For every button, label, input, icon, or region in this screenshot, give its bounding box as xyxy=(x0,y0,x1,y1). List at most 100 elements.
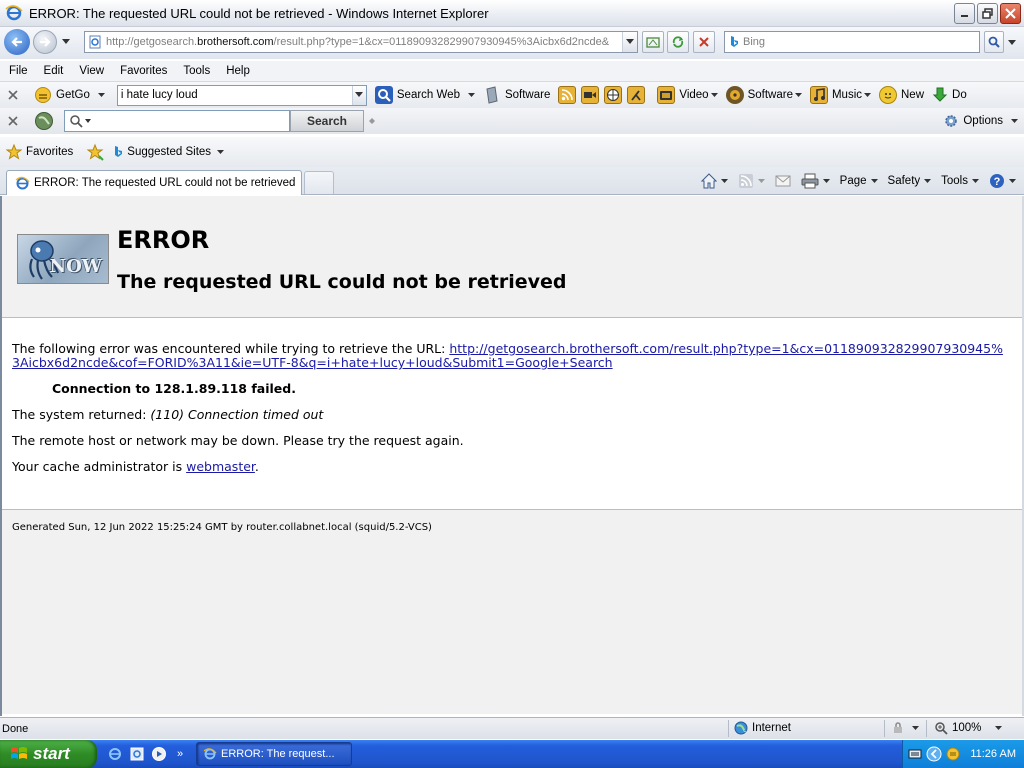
address-dropdown-button[interactable] xyxy=(622,32,637,52)
error-header: NOW ERROR The requested URL could not be… xyxy=(2,196,1022,318)
secondary-search-input[interactable] xyxy=(64,110,290,132)
search-web-button[interactable]: Search Web xyxy=(374,86,475,104)
page-footer: Generated Sun, 12 Jun 2022 15:25:24 GMT … xyxy=(2,509,1022,714)
new-tab-button[interactable] xyxy=(304,171,334,194)
getgo-menu[interactable]: GetGo xyxy=(34,86,105,104)
help-button[interactable]: ? xyxy=(989,173,1016,189)
help-icon: ? xyxy=(990,174,1004,188)
menu-view[interactable]: View xyxy=(79,65,104,77)
clock[interactable]: 11:26 AM xyxy=(970,748,1016,760)
new-button[interactable]: New xyxy=(879,86,924,104)
page-icon xyxy=(88,35,102,49)
software-menu[interactable]: Software xyxy=(725,86,802,104)
tools-menu[interactable]: Tools xyxy=(941,175,979,187)
getgo-search-input[interactable]: i hate lucy loud xyxy=(116,84,367,106)
suggested-sites-button[interactable]: Suggested Sites xyxy=(113,145,225,159)
feeds-button[interactable] xyxy=(738,173,765,189)
search-options-dropdown-icon[interactable] xyxy=(1008,40,1016,46)
favorites-button[interactable]: Favorites xyxy=(6,144,73,160)
disc-icon xyxy=(725,86,744,104)
search-web-label: Search Web xyxy=(396,89,460,101)
squid-logo: NOW xyxy=(17,234,109,284)
zoom-level: 100% xyxy=(952,722,982,734)
mail-button[interactable] xyxy=(775,175,791,187)
address-url[interactable]: http://getgosearch.brothersoft.com/resul… xyxy=(106,36,622,48)
minimize-button[interactable] xyxy=(954,2,975,24)
getgo-search-query[interactable]: i hate lucy loud xyxy=(121,89,352,101)
options-button[interactable]: Options xyxy=(943,113,1018,129)
add-favorite-icon[interactable] xyxy=(87,143,105,161)
taskbar-ie-window[interactable]: ERROR: The request... xyxy=(196,742,352,766)
quicklaunch-more-icon[interactable]: » xyxy=(177,748,183,760)
system-tray: 11:26 AM xyxy=(902,740,1024,768)
video-menu[interactable]: Video xyxy=(657,86,718,104)
zone-label: Internet xyxy=(752,722,791,734)
system-returned-value: (110) Connection timed out xyxy=(150,407,324,422)
music-note-icon xyxy=(809,86,828,104)
webmaster-link[interactable]: webmaster xyxy=(186,459,255,474)
tools-dropdown-icon xyxy=(972,178,979,183)
home-button[interactable] xyxy=(700,173,728,189)
status-text: Done xyxy=(2,722,29,735)
page-menu[interactable]: Page xyxy=(840,175,878,187)
menu-edit[interactable]: Edit xyxy=(44,65,64,77)
address-bar[interactable]: http://getgosearch.brothersoft.com/resul… xyxy=(84,31,638,53)
security-zone[interactable]: Internet xyxy=(734,721,791,735)
close-window-button[interactable] xyxy=(1000,2,1021,24)
history-dropdown-icon[interactable] xyxy=(62,39,70,45)
start-button[interactable]: start xyxy=(0,740,97,768)
software-box-icon xyxy=(483,86,501,104)
back-button[interactable] xyxy=(4,29,30,55)
search-go-button[interactable] xyxy=(984,31,1004,53)
search-web-icon xyxy=(374,86,393,104)
safety-dropdown-icon xyxy=(924,178,932,183)
internet-zone-icon xyxy=(734,721,748,735)
safety-menu-label: Safety xyxy=(887,175,921,187)
bing-placeholder: Bing xyxy=(743,36,766,48)
footer-generated-text: Generated Sun, 12 Jun 2022 15:25:24 GMT … xyxy=(12,522,432,533)
menu-bar: File Edit View Favorites Tools Help xyxy=(0,61,1024,81)
close-toolbar2-icon[interactable] xyxy=(8,116,18,126)
quicklaunch-ie-icon[interactable] xyxy=(107,746,123,762)
protected-mode-button[interactable] xyxy=(892,722,919,734)
zoom-control[interactable]: 100% xyxy=(934,721,1003,735)
software-button[interactable]: Software xyxy=(483,86,550,104)
print-button[interactable] xyxy=(801,173,830,189)
quicklaunch-explorer-icon[interactable] xyxy=(129,746,145,762)
download-button[interactable]: Do xyxy=(932,87,967,103)
new-label: New xyxy=(901,89,925,101)
safety-menu[interactable]: Safety xyxy=(888,175,932,187)
system-returned: The system returned: (110) Connection ti… xyxy=(12,408,1012,422)
menu-file[interactable]: File xyxy=(9,65,28,77)
refresh-button[interactable] xyxy=(667,31,689,53)
bing-search-field[interactable]: Bing xyxy=(724,31,980,53)
compatibility-view-button[interactable] xyxy=(642,31,664,53)
forward-arrow-icon xyxy=(40,37,51,47)
forward-button[interactable] xyxy=(33,30,57,54)
quicklaunch-media-icon[interactable] xyxy=(151,746,167,762)
tray-keyboard-icon[interactable] xyxy=(908,748,922,760)
menu-favorites[interactable]: Favorites xyxy=(120,65,167,77)
admin-prefix: Your cache administrator is xyxy=(12,459,187,474)
toolbar-grip-icon[interactable] xyxy=(368,114,376,128)
options-dropdown-icon xyxy=(1011,118,1018,124)
rss-icon[interactable] xyxy=(558,86,577,104)
music-menu[interactable]: Music xyxy=(809,86,871,104)
tray-collapse-icon[interactable] xyxy=(926,746,942,762)
tools-icon[interactable] xyxy=(627,86,646,104)
menu-help[interactable]: Help xyxy=(226,65,250,77)
windows-logo-icon xyxy=(10,745,28,763)
svg-text:?: ? xyxy=(994,176,1001,188)
secondary-search-button[interactable]: Search xyxy=(290,110,364,132)
menu-tools[interactable]: Tools xyxy=(183,65,210,77)
getgo-search-dropdown[interactable] xyxy=(351,85,366,105)
tray-security-icon[interactable] xyxy=(946,747,960,761)
globe-icon[interactable] xyxy=(604,86,623,104)
page-dropdown-icon xyxy=(870,178,878,183)
restore-button[interactable] xyxy=(977,2,998,24)
stop-button[interactable] xyxy=(693,31,715,53)
close-toolbar-icon[interactable] xyxy=(8,90,18,100)
video-camera-icon[interactable] xyxy=(581,86,600,104)
tab-active[interactable]: ERROR: The requested URL could not be re… xyxy=(6,170,302,195)
favorites-star-icon xyxy=(6,144,22,160)
